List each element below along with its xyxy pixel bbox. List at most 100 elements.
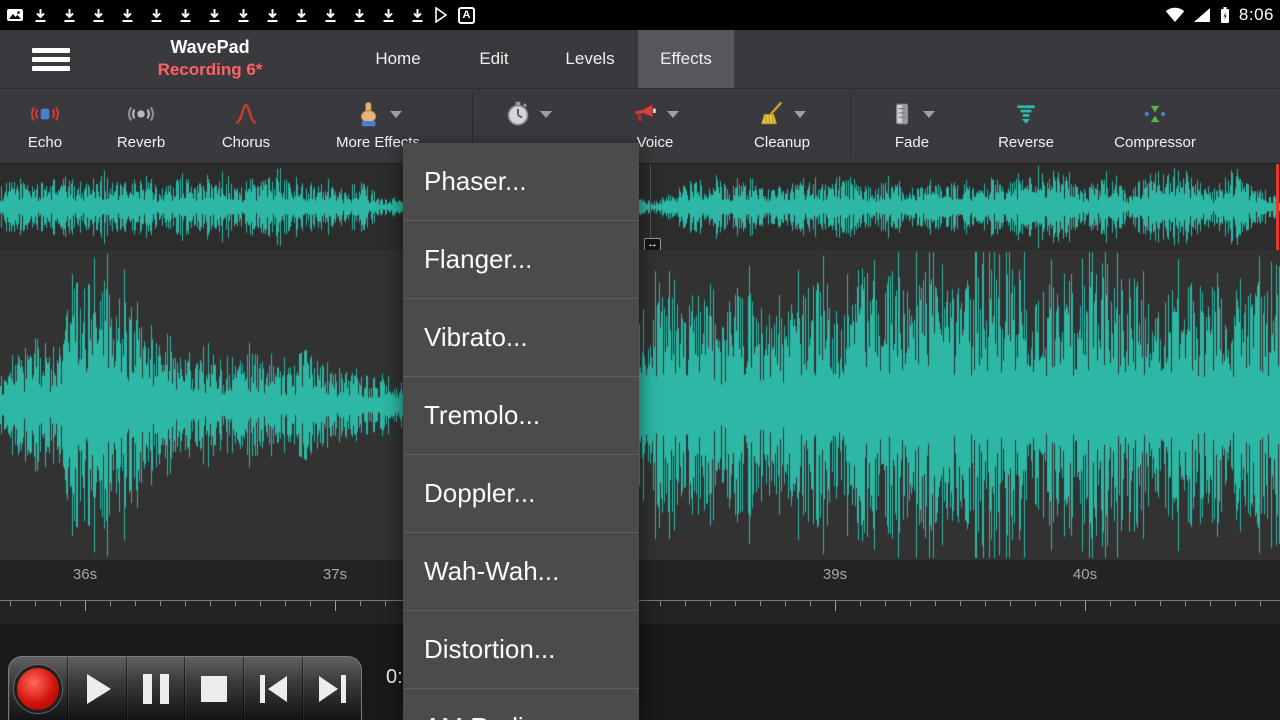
echo-icon (31, 101, 59, 127)
ruler-tick (1035, 601, 1036, 606)
menu-item-wah-wah[interactable]: Wah-Wah... (403, 533, 639, 611)
broom-icon (758, 101, 786, 127)
title-block: WavePad Recording 6* (120, 35, 300, 81)
toolbar-label: Compressor (1114, 134, 1196, 151)
ruler-tick (1210, 601, 1211, 606)
ruler-tick (310, 601, 311, 606)
tab-edit[interactable]: Edit (446, 30, 542, 88)
toolbar-item-chorus[interactable]: Chorus (191, 95, 301, 151)
megaphone-icon (631, 101, 659, 127)
waveform-main-view[interactable] (0, 250, 1280, 560)
ruler-tick (1235, 601, 1236, 606)
selection-end-marker (1276, 164, 1279, 250)
reverb-icon (127, 101, 155, 127)
more-effects-dropdown-menu: Phaser... Flanger... Vibrato... Tremolo.… (403, 143, 639, 720)
transport-controls (8, 656, 362, 720)
ruler-tick (35, 601, 36, 606)
ruler-tick (1160, 601, 1161, 606)
pointing-hand-icon (354, 100, 382, 128)
recording-name: Recording 6* (120, 59, 300, 81)
record-button[interactable] (9, 657, 68, 720)
ruler-tick (110, 601, 111, 606)
app-title: WavePad (120, 35, 300, 59)
ruler-tick (885, 601, 886, 606)
download-notification-icons (34, 8, 424, 23)
ruler-tick (1185, 601, 1186, 606)
toolbar-item-speed[interactable] (473, 95, 583, 134)
clock: 8:06 (1239, 5, 1274, 25)
toolbar-label: Chorus (222, 134, 270, 151)
bottom-bar: 0: (0, 624, 1280, 720)
ruler-tick (960, 601, 961, 606)
ruler-tick (985, 601, 986, 606)
wavepad-app-window: A 8:06 WavePad Recording 6* Home Edit (0, 0, 1280, 720)
toolbar-label: Fade (895, 134, 929, 151)
ruler-tick (135, 601, 136, 606)
toolbar-item-reverse[interactable]: Reverse (971, 95, 1081, 151)
ruler-tick (10, 601, 11, 606)
play-store-icon (434, 7, 448, 23)
ruler-tick (935, 601, 936, 606)
record-icon (14, 665, 62, 713)
status-bar-left: A (6, 0, 475, 30)
reverse-icon (1013, 101, 1039, 127)
ruler-tick (85, 601, 86, 611)
stopwatch-icon (504, 100, 532, 128)
ruler-tick (210, 601, 211, 606)
menu-item-tremolo[interactable]: Tremolo... (403, 377, 639, 455)
toolbar-label: Reverb (117, 134, 165, 151)
menu-item-doppler[interactable]: Doppler... (403, 455, 639, 533)
status-bar-right: 8:06 (1165, 5, 1274, 25)
ruler-tick (760, 601, 761, 606)
skip-to-start-button[interactable] (244, 657, 303, 720)
hamburger-menu-icon[interactable] (32, 48, 70, 71)
play-button[interactable] (68, 657, 127, 720)
ruler-tick (1010, 601, 1011, 606)
skip-to-end-button[interactable] (303, 657, 361, 720)
app-bar: WavePad Recording 6* Home Edit Levels Ef… (0, 30, 1280, 88)
tab-effects[interactable]: Effects (638, 30, 734, 88)
menu-item-phaser[interactable]: Phaser... (403, 143, 639, 221)
toolbar-item-fade[interactable]: Fade (857, 95, 967, 151)
toolbar-label: Reverse (998, 134, 1054, 151)
skip-start-icon (260, 675, 287, 703)
wifi-icon (1165, 7, 1185, 23)
chorus-icon (232, 101, 260, 127)
ruler-tick (185, 601, 186, 606)
toolbar-item-cleanup[interactable]: Cleanup (727, 95, 837, 151)
ribbon-tabs: Home Edit Levels Effects (350, 30, 734, 88)
tab-home[interactable]: Home (350, 30, 446, 88)
ruler-tick (160, 601, 161, 606)
battery-charging-icon (1219, 6, 1231, 25)
chevron-down-icon (667, 111, 679, 118)
toolbar-item-echo[interactable]: Echo (0, 95, 100, 151)
ruler-tick (335, 601, 336, 611)
time-label-36s: 36s (73, 566, 97, 583)
waveform-overview-strip[interactable]: ↔ (0, 164, 1280, 250)
ruler-tick (1260, 601, 1261, 606)
overview-waveform-canvas[interactable] (0, 164, 1280, 250)
timeline-ruler: 36s 37s 39s 40s (0, 560, 1280, 624)
tab-levels[interactable]: Levels (542, 30, 638, 88)
play-icon (87, 674, 111, 704)
android-status-bar: A 8:06 (0, 0, 1280, 30)
menu-item-flanger[interactable]: Flanger... (403, 221, 639, 299)
time-label-37s: 37s (323, 566, 347, 583)
letter-a-icon: A (458, 7, 475, 24)
ruler-tick (910, 601, 911, 606)
screenshot-image-icon (6, 6, 24, 24)
stop-button[interactable] (185, 657, 244, 720)
ruler-tick (1110, 601, 1111, 606)
chevron-down-icon (794, 111, 806, 118)
menu-item-distortion[interactable]: Distortion... (403, 611, 639, 689)
menu-item-am-radio[interactable]: AM Radio... (403, 689, 639, 720)
menu-item-vibrato[interactable]: Vibrato... (403, 299, 639, 377)
chevron-down-icon (390, 111, 402, 118)
pause-button[interactable] (127, 657, 186, 720)
ruler-tick (260, 601, 261, 606)
skip-end-icon (319, 675, 346, 703)
ruler-tick (1135, 601, 1136, 606)
main-waveform-canvas[interactable] (0, 250, 1280, 560)
toolbar-item-reverb[interactable]: Reverb (86, 95, 196, 151)
toolbar-item-compressor[interactable]: Compressor (1100, 95, 1210, 151)
